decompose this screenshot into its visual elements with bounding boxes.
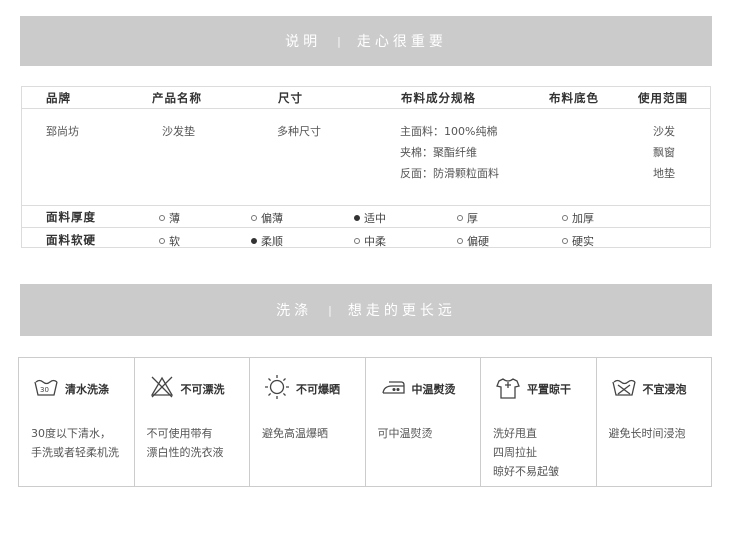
softness-option: 硬实: [562, 233, 594, 249]
care-desc-line: 四周拉扯: [493, 446, 537, 459]
composition-line: 夹棉：聚酯纤维: [400, 146, 477, 159]
wash-banner: 洗涤 | 想走的更长远: [20, 284, 712, 336]
care-desc-line: 避免长时间浸泡: [608, 427, 686, 440]
thickness-option-label: 偏薄: [261, 212, 283, 225]
radio-empty-icon: [457, 238, 463, 244]
care-title: 不可漂洗: [180, 383, 225, 396]
softness-option-label: 硬实: [572, 235, 594, 248]
info-banner: 说明 | 走心很重要: [20, 16, 712, 66]
radio-selected-icon: [251, 238, 257, 244]
softness-option: 偏硬: [457, 233, 489, 249]
brand-value: 郅尚坊: [46, 125, 79, 138]
composition-line: 主面料：100%纯棉: [400, 125, 498, 138]
thickness-option: 厚: [457, 210, 478, 226]
radio-selected-icon: [354, 215, 360, 221]
radio-empty-icon: [159, 238, 165, 244]
thickness-option: 薄: [159, 210, 180, 226]
care-instructions: 30 清水洗涤 30度以下清水， 手洗或者轻柔机洗 不可漂洗 不可使用带有 漂白…: [18, 357, 712, 487]
thickness-option-label: 薄: [169, 212, 180, 225]
softness-option: 软: [159, 233, 180, 249]
care-title: 不可爆晒: [296, 383, 340, 396]
radio-empty-icon: [354, 238, 360, 244]
composition-line: 反面：防滑颗粒面料: [400, 167, 499, 180]
thickness-option: 适中: [354, 210, 386, 226]
care-title: 不宜浸泡: [642, 383, 687, 396]
spec-table: 品牌 产品名称 尺寸 布料成分规格 布料底色 使用范围 郅尚坊 沙发垫 多种尺寸…: [21, 86, 711, 248]
softness-option-label: 软: [169, 235, 180, 248]
flat-dry-icon: [495, 374, 521, 404]
header-product: 产品名称: [152, 91, 202, 105]
thickness-option-label: 适中: [364, 212, 386, 225]
size-value: 多种尺寸: [277, 125, 321, 138]
hand-wash-icon: 30: [33, 374, 59, 404]
svg-text:30: 30: [40, 386, 49, 394]
care-item-iron: 中温熨烫 可中温熨烫: [366, 358, 481, 486]
thickness-option: 加厚: [562, 210, 594, 226]
info-banner-right: 走心很重要: [356, 34, 447, 50]
usage-value: 沙发: [653, 125, 675, 138]
care-desc-line: 晾好不易起皱: [493, 465, 559, 478]
care-desc-line: 不可使用带有: [146, 427, 213, 440]
info-banner-left: 说明: [285, 34, 322, 50]
divider: [22, 108, 710, 109]
care-item-hand-wash: 30 清水洗涤 30度以下清水， 手洗或者轻柔机洗: [19, 358, 135, 486]
softness-option: 柔顺: [251, 233, 283, 249]
header-size: 尺寸: [278, 91, 303, 105]
product-value: 沙发垫: [162, 125, 195, 138]
softness-option-label: 柔顺: [261, 235, 283, 248]
header-usage: 使用范围: [638, 91, 688, 105]
radio-empty-icon: [562, 215, 568, 221]
divider: [22, 227, 710, 228]
no-sun-icon: [264, 374, 290, 404]
no-bleach-icon: [149, 374, 175, 404]
care-desc-line: 洗好甩直: [493, 427, 537, 440]
thickness-label: 面料厚度: [46, 210, 96, 224]
thickness-option: 偏薄: [251, 210, 283, 226]
radio-empty-icon: [159, 215, 165, 221]
radio-empty-icon: [562, 238, 568, 244]
softness-option: 中柔: [354, 233, 386, 249]
care-item-no-bleach: 不可漂洗 不可使用带有 漂白性的洗衣液: [135, 358, 250, 486]
thickness-option-label: 厚: [467, 212, 478, 225]
header-color: 布料底色: [549, 91, 599, 105]
header-composition: 布料成分规格: [401, 91, 476, 105]
care-title: 中温熨烫: [411, 383, 456, 396]
care-title: 清水洗涤: [65, 383, 109, 396]
care-item-no-soak: 不宜浸泡 避免长时间浸泡: [597, 358, 712, 486]
no-soak-icon: [611, 374, 637, 404]
header-brand: 品牌: [46, 91, 71, 105]
softness-option-label: 中柔: [364, 235, 386, 248]
care-desc-line: 漂白性的洗衣液: [146, 446, 224, 459]
care-item-flat-dry: 平置晾干 洗好甩直 四周拉扯 晾好不易起皱: [481, 358, 597, 486]
care-desc-line: 手洗或者轻柔机洗: [31, 446, 119, 459]
care-desc-line: 30度以下清水，: [31, 427, 111, 440]
wash-banner-right: 想走的更长远: [347, 303, 456, 319]
care-item-no-sun: 不可爆晒 避免高温爆晒: [250, 358, 366, 486]
care-desc-line: 可中温熨烫: [377, 427, 433, 440]
banner-separator: |: [328, 303, 332, 317]
thickness-option-label: 加厚: [572, 212, 594, 225]
care-desc-line: 避免高温爆晒: [262, 427, 328, 440]
softness-option-label: 偏硬: [467, 235, 489, 248]
radio-empty-icon: [457, 215, 463, 221]
usage-value: 飘窗: [653, 146, 675, 159]
wash-banner-left: 洗涤: [276, 303, 313, 319]
care-title: 平置晾干: [527, 383, 571, 396]
usage-value: 地垫: [653, 167, 675, 180]
banner-separator: |: [337, 34, 341, 48]
radio-empty-icon: [251, 215, 257, 221]
softness-label: 面料软硬: [46, 233, 96, 247]
divider: [22, 205, 710, 206]
iron-icon: [380, 374, 406, 404]
